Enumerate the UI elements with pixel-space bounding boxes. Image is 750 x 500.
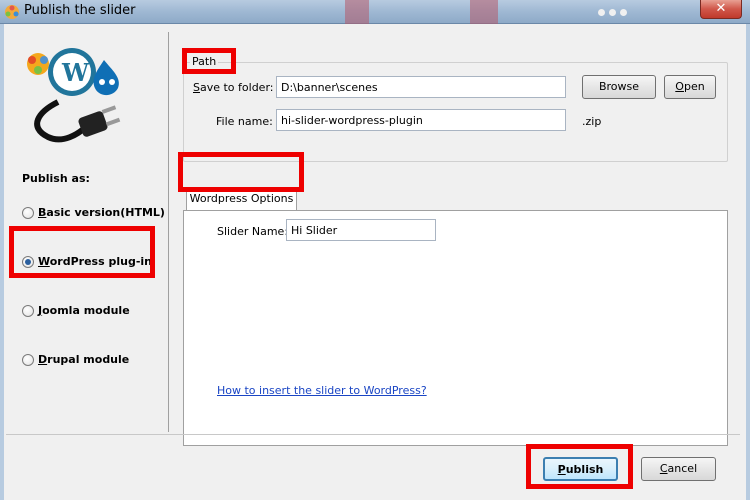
highlight-publish-button bbox=[526, 444, 633, 489]
slider-name-input[interactable] bbox=[286, 219, 436, 241]
svg-text:W: W bbox=[61, 58, 90, 87]
wordpress-plugin-icon: W bbox=[27, 48, 121, 143]
file-name-input[interactable] bbox=[276, 109, 566, 131]
option-joomla[interactable]: Joomla module bbox=[22, 304, 130, 317]
background-decoration bbox=[470, 0, 498, 24]
highlight-path bbox=[182, 48, 236, 74]
radio-basic-html[interactable] bbox=[22, 206, 34, 219]
footer-divider bbox=[6, 434, 740, 435]
background-dots bbox=[598, 9, 627, 16]
option-drupal[interactable]: Drupal module bbox=[22, 353, 129, 366]
highlight-wordpress-option bbox=[9, 226, 155, 278]
title-bar[interactable]: Publish the slider ✕ bbox=[0, 0, 750, 24]
option-basic-html[interactable]: Basic version(HTML) bbox=[22, 206, 165, 219]
file-extension-label: .zip bbox=[582, 115, 602, 128]
save-to-folder-input[interactable] bbox=[276, 76, 566, 98]
slider-name-label: Slider Name: bbox=[217, 225, 289, 238]
window-frame-left bbox=[0, 24, 4, 500]
wordpress-options-panel bbox=[183, 210, 728, 446]
radio-joomla[interactable] bbox=[22, 304, 34, 317]
publish-as-label: Publish as: bbox=[22, 172, 90, 185]
app-logo-icon bbox=[5, 5, 19, 19]
radio-drupal[interactable] bbox=[22, 353, 34, 366]
option-label: Joomla module bbox=[38, 304, 130, 317]
cancel-button[interactable]: Cancel bbox=[641, 457, 716, 481]
open-button[interactable]: Open bbox=[664, 75, 716, 99]
close-icon: ✕ bbox=[715, 1, 727, 16]
window-frame-right bbox=[746, 24, 750, 500]
background-decoration bbox=[345, 0, 369, 24]
file-name-label: File name: bbox=[216, 115, 273, 128]
browse-button[interactable]: Browse bbox=[582, 75, 656, 99]
option-label: Basic version(HTML) bbox=[38, 206, 165, 219]
highlight-wordpress-options-tab bbox=[178, 152, 304, 192]
save-to-folder-label: Save to folder: bbox=[193, 81, 274, 94]
option-label: Drupal module bbox=[38, 353, 130, 366]
help-link[interactable]: How to insert the slider to WordPress? bbox=[217, 384, 427, 397]
window-title: Publish the slider bbox=[24, 3, 136, 18]
close-button[interactable]: ✕ bbox=[700, 0, 742, 19]
